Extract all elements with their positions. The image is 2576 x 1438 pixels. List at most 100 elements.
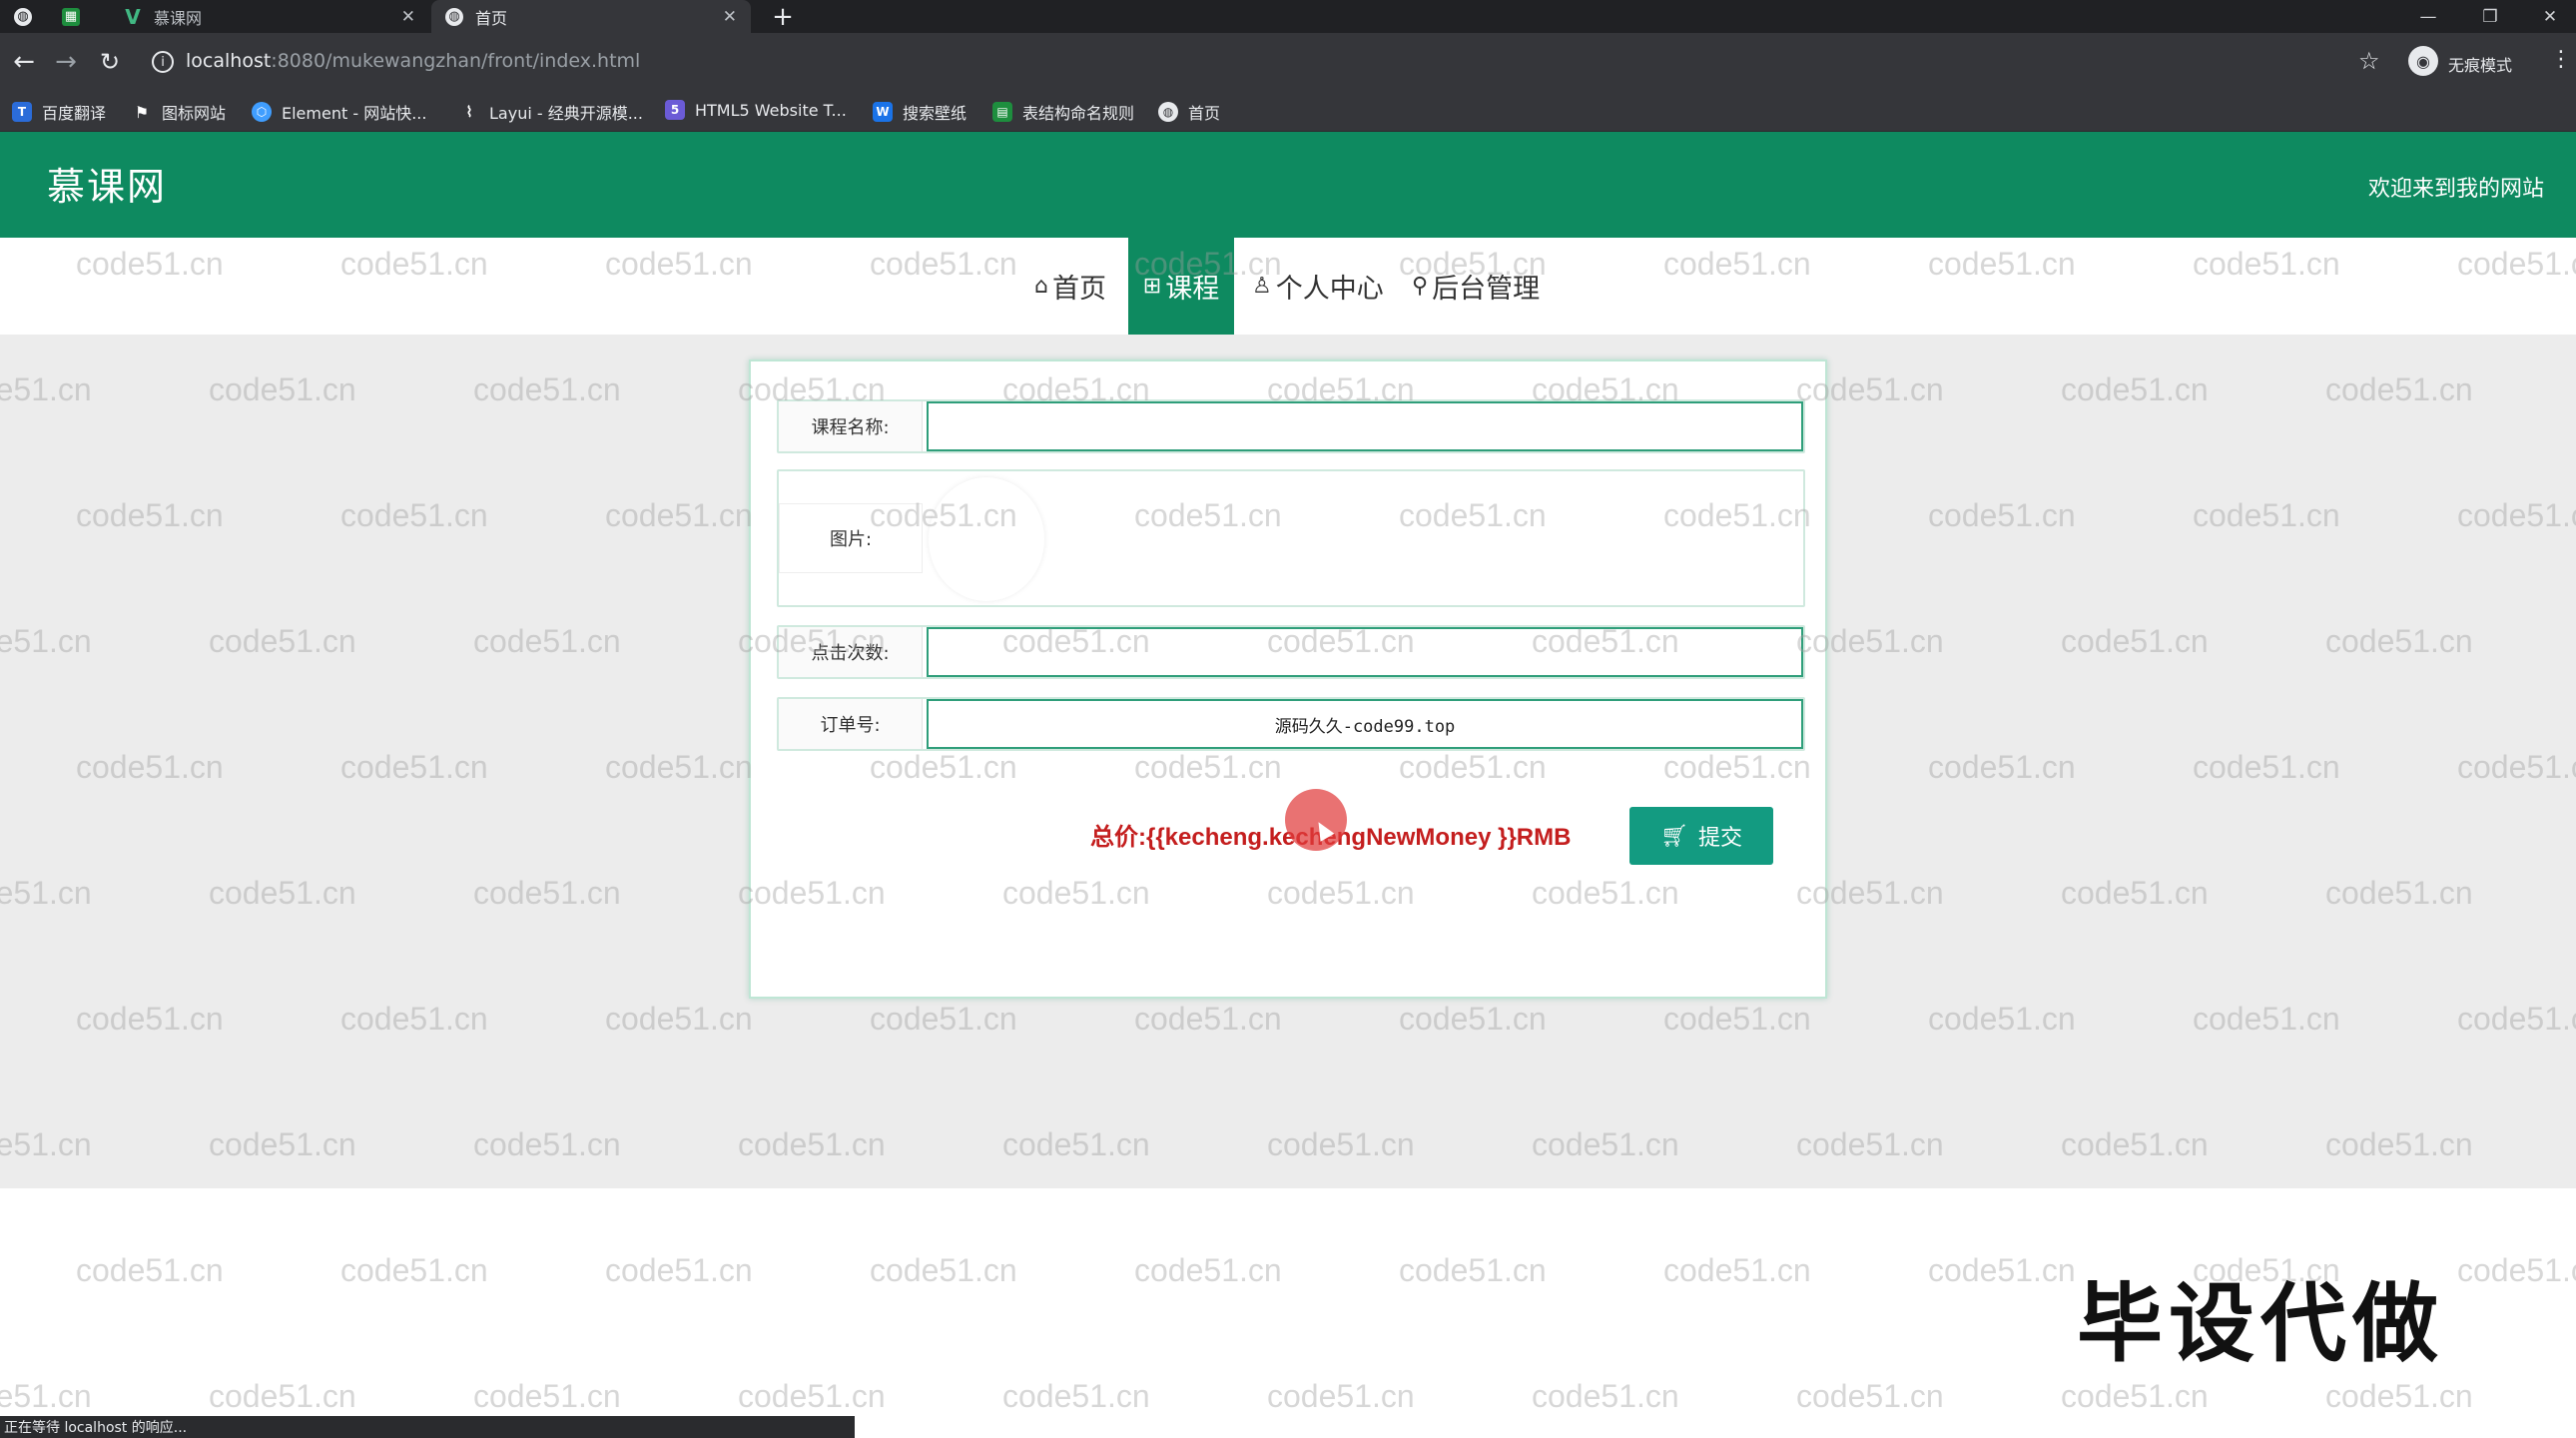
- course-name-input[interactable]: [927, 401, 1803, 451]
- menu-kebab-icon[interactable]: ⋮: [2550, 47, 2572, 72]
- nav-label: 课程: [1165, 274, 1220, 305]
- nav-label: 后台管理: [1432, 274, 1541, 305]
- watermark-text: code51.cn: [0, 371, 92, 407]
- url-path: :8080/mukewangzhan/front/index.html: [271, 50, 641, 72]
- bookmark-label: 表结构命名规则: [1022, 104, 1135, 123]
- watermark-text: code51.cn: [1532, 1126, 1679, 1162]
- submit-label: 提交: [1697, 826, 1742, 851]
- bookmark-label: 首页: [1188, 104, 1221, 123]
- bookmark-item[interactable]: ▤ 表结构命名规则: [992, 100, 1134, 124]
- watermark-text: code51.cn: [1796, 1126, 1944, 1162]
- globe-icon: ◍: [14, 7, 32, 26]
- bookmarks-bar: T 百度翻译 ⚑ 图标网站 ⬡ Element - 网站快... ⌇ Layui - 经…: [0, 91, 2576, 132]
- minimize-icon[interactable]: —: [2400, 0, 2456, 33]
- click-indicator: [1285, 789, 1347, 851]
- tab-mukewang[interactable]: V 慕课网 ✕: [110, 0, 429, 33]
- bookmark-item[interactable]: ◍ 首页: [1158, 100, 1220, 124]
- watermark-text: code51.cn: [2193, 749, 2340, 785]
- watermark-text: code51.cn: [738, 1126, 886, 1162]
- submit-button[interactable]: 🛒︎ 提交: [1629, 807, 1773, 865]
- watermark-text: code51.cn: [473, 371, 621, 407]
- translate-icon: T: [12, 102, 32, 122]
- nav-item-profile[interactable]: ♙ 个人中心: [1252, 238, 1402, 335]
- image-upload-area[interactable]: [929, 477, 1044, 601]
- bookmark-label: Layui - 经典开源模...: [489, 104, 643, 123]
- close-tab-icon[interactable]: ✕: [723, 7, 737, 27]
- watermark-text: code51.cn: [1399, 1001, 1547, 1037]
- watermark-text: code51.cn: [1663, 1001, 1811, 1037]
- bookmark-star-icon[interactable]: ☆: [2358, 47, 2380, 75]
- restore-icon[interactable]: ❐: [2462, 0, 2518, 33]
- home-icon: ⌂: [1034, 274, 1048, 299]
- url-field[interactable]: localhost:8080/mukewangzhan/front/index.…: [186, 50, 640, 72]
- address-toolbar: ← → ↻ i localhost:8080/mukewangzhan/fron…: [0, 33, 2576, 91]
- bookmark-item[interactable]: T 百度翻译: [12, 100, 106, 124]
- tab-spreadsheet[interactable]: ▦: [62, 0, 102, 33]
- image-label: 图片:: [779, 503, 923, 573]
- watermark-text: code51.cn: [0, 1126, 92, 1162]
- watermark-text: code51.cn: [870, 1001, 1017, 1037]
- watermark-text: code51.cn: [473, 623, 621, 659]
- element-icon: ⬡: [252, 102, 272, 122]
- wallpaper-icon: W: [873, 102, 893, 122]
- watermark-text: code51.cn: [605, 749, 753, 785]
- watermark-text: code51.cn: [1267, 1126, 1415, 1162]
- url-host: localhost: [186, 50, 272, 72]
- watermark-text: code51.cn: [2061, 623, 2209, 659]
- watermark-text: code51.cn: [76, 1001, 224, 1037]
- form-row-image: 图片:: [777, 469, 1805, 607]
- welcome-text: 欢迎来到我的网站: [2367, 177, 2544, 202]
- flag-icon: ⚑: [134, 102, 150, 122]
- bookmark-label: HTML5 Website T...: [695, 100, 847, 120]
- watermark-text: code51.cn: [76, 497, 224, 533]
- watermark-text: code51.cn: [0, 875, 92, 911]
- watermark-text: code51.cn: [1928, 749, 2076, 785]
- bookmark-item[interactable]: ⬡ Element - 网站快...: [252, 100, 426, 124]
- bookmark-item[interactable]: W 搜索壁纸: [873, 100, 966, 124]
- nav-item-admin[interactable]: ⚲ 后台管理: [1412, 238, 1562, 335]
- watermark-text: code51.cn: [1134, 1001, 1282, 1037]
- nav-item-courses[interactable]: ⊞ 课程: [1128, 238, 1234, 335]
- watermark-text: code51.cn: [2457, 1001, 2576, 1037]
- watermark-text: code51.cn: [2457, 497, 2576, 533]
- bookmark-label: 搜索壁纸: [903, 104, 967, 123]
- reload-icon[interactable]: ↻: [90, 45, 130, 79]
- tab-globe[interactable]: ◍: [14, 0, 44, 33]
- promo-overlay-text: 毕设代做: [2077, 1274, 2444, 1374]
- new-tab-button[interactable]: +: [767, 0, 799, 33]
- tab-home[interactable]: ◍ 首页 ✕: [431, 0, 751, 33]
- watermark-text: code51.cn: [2325, 875, 2473, 911]
- watermark-text: code51.cn: [1928, 1001, 2076, 1037]
- link-icon: ⚲: [1412, 274, 1429, 299]
- clicks-input[interactable]: [927, 627, 1803, 677]
- user-icon: ♙: [1252, 274, 1272, 299]
- table-icon: ▤: [992, 102, 1012, 122]
- watermark-text: code51.cn: [473, 1126, 621, 1162]
- watermark-text: code51.cn: [2325, 1126, 2473, 1162]
- bookmark-label: 百度翻译: [42, 104, 107, 123]
- bookmark-label: Element - 网站快...: [282, 104, 427, 123]
- watermark-text: code51.cn: [209, 371, 356, 407]
- nav-item-home[interactable]: ⌂ 首页: [1034, 238, 1134, 335]
- watermark-text: code51.cn: [2193, 1001, 2340, 1037]
- order-form-card: 课程名称: 图片: 点击次数: 订单号: 源码久久-code99.top 总价:…: [749, 360, 1827, 999]
- watermark-text: code51.cn: [605, 497, 753, 533]
- profile-label[interactable]: 无痕模式: [2448, 52, 2512, 76]
- incognito-icon[interactable]: ◉: [2408, 46, 2438, 76]
- forward-arrow-icon[interactable]: →: [46, 45, 86, 79]
- site-info-icon[interactable]: i: [152, 51, 174, 73]
- close-window-icon[interactable]: ✕: [2522, 0, 2576, 33]
- bookmark-item[interactable]: ⌇ Layui - 经典开源模...: [459, 100, 643, 124]
- order-number-input[interactable]: 源码久久-code99.top: [927, 699, 1803, 749]
- site-logo[interactable]: 慕课网: [47, 156, 167, 211]
- watermark-text: code51.cn: [473, 875, 621, 911]
- bookmark-item[interactable]: 5 HTML5 Website T...: [665, 100, 847, 120]
- watermark-text: code51.cn: [2325, 371, 2473, 407]
- watermark-text: code51.cn: [0, 623, 92, 659]
- back-arrow-icon[interactable]: ←: [4, 45, 44, 79]
- bookmark-item[interactable]: ⚑ 图标网站: [132, 100, 226, 124]
- close-tab-icon[interactable]: ✕: [401, 7, 415, 27]
- watermark-text: code51.cn: [76, 749, 224, 785]
- spreadsheet-icon: ▦: [62, 7, 80, 26]
- tab-title: 首页: [475, 8, 508, 28]
